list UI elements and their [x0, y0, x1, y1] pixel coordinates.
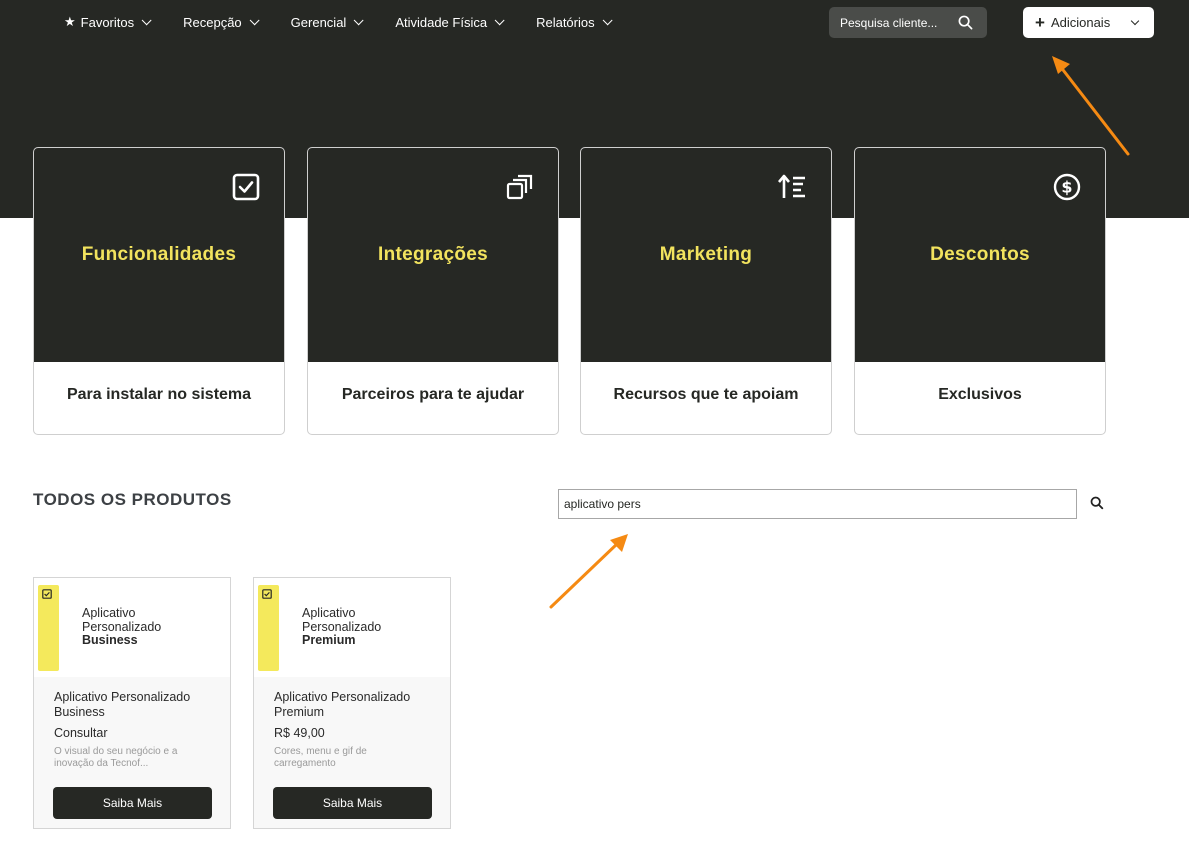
nav-relatorios-label: Relatórios — [536, 14, 595, 30]
product-price: R$ 49,00 — [274, 726, 325, 740]
chevron-down-icon — [353, 14, 364, 25]
category-card-descontos[interactable]: $ Descontos Exclusivos — [854, 147, 1106, 435]
product-image-line: Business — [82, 633, 138, 647]
category-title: Marketing — [659, 244, 753, 265]
star-icon: ★ — [64, 14, 76, 29]
product-image-caption: Aplicativo Personalizado Business — [82, 606, 162, 648]
product-card: Aplicativo Personalizado Business Aplica… — [33, 577, 231, 829]
product-price: Consultar — [54, 726, 108, 740]
category-title: Integrações — [378, 244, 488, 265]
category-subtitle: Para instalar no sistema — [66, 386, 252, 403]
category-card-funcionalidades[interactable]: Funcionalidades Para instalar no sistema — [33, 147, 285, 435]
category-card-marketing[interactable]: Marketing Recursos que te apoiam — [580, 147, 832, 435]
nav-gerencial-label: Gerencial — [290, 14, 347, 30]
nav-gerencial[interactable]: Gerencial — [290, 14, 364, 30]
category-subtitle: Exclusivos — [938, 386, 1022, 403]
nav-relatorios[interactable]: Relatórios — [536, 14, 613, 30]
product-name[interactable]: Aplicativo Personalizado Premium — [274, 690, 444, 720]
chevron-down-icon — [602, 14, 613, 25]
product-image-line: Aplicativo — [302, 606, 356, 620]
plus-icon: + — [1035, 13, 1045, 32]
products-section-title: TODOS OS PRODUTOS — [33, 490, 232, 509]
dollar-circle-icon: $ — [1053, 173, 1081, 201]
product-image-line: Premium — [302, 633, 356, 647]
nav-favoritos[interactable]: ★ Favoritos — [64, 14, 152, 30]
checkbox-icon — [262, 589, 272, 599]
nav-atividade-fisica[interactable]: Atividade Física — [395, 14, 505, 30]
product-image-line: Aplicativo — [82, 606, 136, 620]
adicionais-label: Adicionais — [1050, 15, 1111, 30]
nav-favoritos-label: Favoritos — [80, 14, 135, 30]
search-icon[interactable] — [1090, 496, 1104, 510]
chevron-down-icon — [1130, 16, 1140, 26]
product-image-line: Personalizado — [302, 619, 382, 634]
product-description: O visual do seu negócio e a inovação da … — [54, 746, 178, 769]
sort-list-icon — [778, 174, 805, 198]
chevron-down-icon — [141, 14, 152, 25]
product-name[interactable]: Aplicativo Personalizado Business — [54, 690, 224, 720]
category-title: Funcionalidades — [81, 244, 237, 265]
category-subtitle: Parceiros para te ajudar — [341, 386, 525, 403]
nav-atividade-fisica-label: Atividade Física — [395, 14, 488, 30]
layers-icon — [506, 174, 533, 200]
category-card-integracoes[interactable]: Integrações Parceiros para te ajudar — [307, 147, 559, 435]
product-card: Aplicativo Personalizado Premium Aplicat… — [253, 577, 451, 829]
category-title: Descontos — [930, 244, 1030, 265]
checkbox-icon — [42, 589, 52, 599]
client-search-input[interactable] — [840, 15, 950, 30]
nav-recepcao[interactable]: Recepção — [183, 14, 260, 30]
product-image-line: Personalizado — [82, 619, 162, 634]
saiba-mais-button[interactable]: Saiba Mais — [273, 787, 432, 819]
client-search — [829, 7, 987, 38]
product-image[interactable]: Aplicativo Personalizado Premium — [254, 578, 450, 677]
search-icon[interactable] — [958, 15, 973, 30]
product-image-caption: Aplicativo Personalizado Premium — [302, 606, 382, 648]
chevron-down-icon — [249, 14, 260, 25]
annotation-arrow — [549, 534, 628, 609]
product-description: Cores, menu e gif de carregamento — [274, 746, 367, 769]
category-subtitle: Recursos que te apoiam — [613, 386, 799, 403]
adicionais-button[interactable]: + Adicionais — [1023, 7, 1154, 38]
product-search-input[interactable] — [558, 489, 1077, 519]
product-image[interactable]: Aplicativo Personalizado Business — [34, 578, 230, 677]
svg-text:$: $ — [1061, 178, 1072, 197]
nav-recepcao-label: Recepção — [183, 14, 242, 30]
checkbox-icon — [232, 173, 260, 201]
chevron-down-icon — [494, 14, 505, 25]
main-nav: ★ Favoritos Recepção Gerencial Atividade… — [64, 0, 644, 44]
saiba-mais-button[interactable]: Saiba Mais — [53, 787, 212, 819]
